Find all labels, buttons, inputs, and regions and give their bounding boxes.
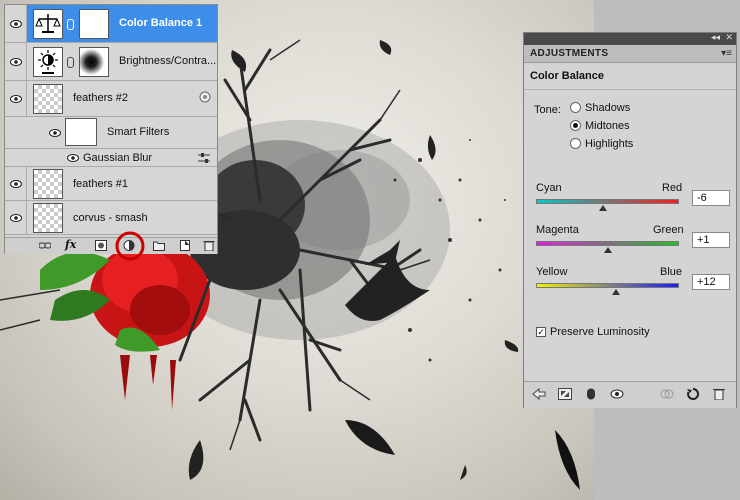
layer-feathers-2[interactable]: feathers #2 — [5, 81, 217, 117]
cyan-red-slider-thumb[interactable] — [599, 205, 608, 211]
adjustments-tab[interactable]: ADJUSTMENTS ▾≡ — [524, 45, 736, 63]
tone-shadows-radio[interactable] — [570, 102, 581, 113]
gaussian-blur-row[interactable]: Gaussian Blur — [5, 149, 217, 167]
smart-object-thumbnail[interactable] — [33, 169, 63, 199]
adjustment-thumbnail[interactable] — [33, 9, 63, 39]
layer-thumbnail[interactable] — [33, 203, 63, 233]
trash-icon[interactable] — [203, 240, 215, 251]
layer-corvus-smash[interactable]: corvus - smash — [5, 201, 217, 235]
eye-icon — [10, 180, 22, 188]
brightness-icon — [38, 50, 58, 74]
yellow-blue-slider-track[interactable] — [536, 283, 679, 288]
cyan-red-slider-track[interactable] — [536, 199, 679, 204]
group-folder-icon[interactable] — [153, 240, 165, 251]
eye-icon[interactable] — [49, 129, 61, 137]
previous-state-icon[interactable] — [660, 388, 674, 400]
collapse-icon[interactable]: ◂◂ — [711, 32, 720, 43]
visibility-toggle[interactable] — [5, 201, 27, 234]
tone-label: Tone: — [534, 104, 561, 116]
layer-mask-thumbnail[interactable] — [79, 47, 109, 77]
tone-midtones-radio[interactable] — [570, 120, 581, 131]
adjustment-title: Color Balance — [530, 70, 604, 82]
highlight-circle — [115, 231, 145, 261]
highlights-label: Highlights — [585, 138, 634, 150]
layer-mask-thumbnail[interactable] — [79, 9, 109, 39]
layer-name: corvus - smash — [73, 212, 148, 224]
link-icon[interactable] — [67, 57, 74, 68]
adjustments-toolbar — [524, 381, 736, 408]
layer-feathers-1[interactable]: feathers #1 — [5, 167, 217, 201]
balance-scale-icon — [35, 14, 61, 33]
link-layers-icon[interactable] — [39, 240, 51, 251]
divider — [524, 89, 736, 90]
link-icon[interactable] — [67, 19, 74, 30]
cyan-label: Cyan — [536, 182, 562, 194]
layer-color-balance[interactable]: Color Balance 1 — [5, 5, 217, 43]
layer-name: Color Balance 1 — [119, 17, 203, 29]
magenta-green-slider-thumb[interactable] — [604, 247, 613, 253]
reset-icon[interactable] — [686, 388, 700, 400]
layer-name: Brightness/Contra... — [119, 55, 217, 67]
green-label: Green — [653, 224, 684, 236]
visibility-toggle[interactable] — [5, 43, 27, 80]
adjustments-panel: ◂◂ ✕ ADJUSTMENTS ▾≡ Color Balance Tone: … — [523, 32, 737, 408]
magenta-green-value-field[interactable]: +1 — [692, 232, 730, 248]
smart-object-thumbnail[interactable] — [33, 84, 63, 114]
fx-icon[interactable]: fx — [65, 238, 76, 251]
layer-brightness-contrast[interactable]: Brightness/Contra... — [5, 43, 217, 81]
red-label: Red — [662, 182, 683, 194]
yellow-blue-value-field[interactable]: +12 — [692, 274, 730, 290]
tab-label: ADJUSTMENTS — [530, 48, 609, 59]
visibility-toggle[interactable] — [5, 167, 27, 200]
cyan-red-value-field[interactable]: -6 — [692, 190, 730, 206]
filter-name: Gaussian Blur — [83, 152, 153, 164]
back-arrow-icon[interactable] — [532, 388, 546, 400]
close-icon[interactable]: ✕ — [725, 32, 733, 43]
yellow-label: Yellow — [536, 266, 568, 278]
add-mask-icon[interactable] — [95, 240, 107, 251]
smart-filter-options-icon[interactable] — [199, 91, 211, 103]
indent — [5, 117, 27, 148]
shadows-label: Shadows — [585, 102, 631, 114]
eye-icon — [10, 20, 22, 28]
filter-mask-thumbnail[interactable] — [65, 118, 97, 146]
yellow-blue-slider-thumb[interactable] — [612, 289, 621, 295]
delete-icon[interactable] — [712, 388, 726, 400]
visibility-eye-icon[interactable] — [610, 388, 624, 400]
blending-options-icon[interactable] — [197, 153, 211, 163]
layer-name: feathers #1 — [73, 178, 129, 190]
magenta-label: Magenta — [536, 224, 579, 236]
new-layer-icon[interactable] — [179, 240, 191, 251]
eye-icon — [10, 95, 22, 103]
eye-icon — [10, 214, 22, 222]
smart-filters-label: Smart Filters — [107, 126, 170, 138]
visibility-toggle[interactable] — [5, 81, 27, 116]
smart-filters-row[interactable]: Smart Filters — [5, 117, 217, 149]
tone-highlights-radio[interactable] — [570, 138, 581, 149]
preserve-luminosity-label: Preserve Luminosity — [550, 326, 650, 338]
blue-label: Blue — [660, 266, 683, 278]
layers-panel: Color Balance 1 Brightness/Contra... fea… — [4, 4, 218, 261]
panel-menu-icon[interactable]: ▾≡ — [721, 48, 732, 59]
magenta-green-slider-track[interactable] — [536, 241, 679, 246]
adjustment-thumbnail[interactable] — [33, 47, 63, 77]
eye-icon[interactable] — [67, 154, 79, 162]
preserve-luminosity-checkbox[interactable]: ✓ — [536, 327, 546, 337]
midtones-label: Midtones — [585, 120, 630, 132]
layer-name: feathers #2 — [73, 92, 129, 104]
layers-toolbar: fx — [5, 231, 217, 261]
expand-view-icon[interactable] — [558, 388, 572, 400]
eye-icon — [10, 58, 22, 66]
panel-titlebar[interactable]: ◂◂ ✕ — [524, 32, 736, 45]
visibility-toggle[interactable] — [5, 5, 27, 42]
clip-to-layer-icon[interactable] — [584, 388, 598, 400]
